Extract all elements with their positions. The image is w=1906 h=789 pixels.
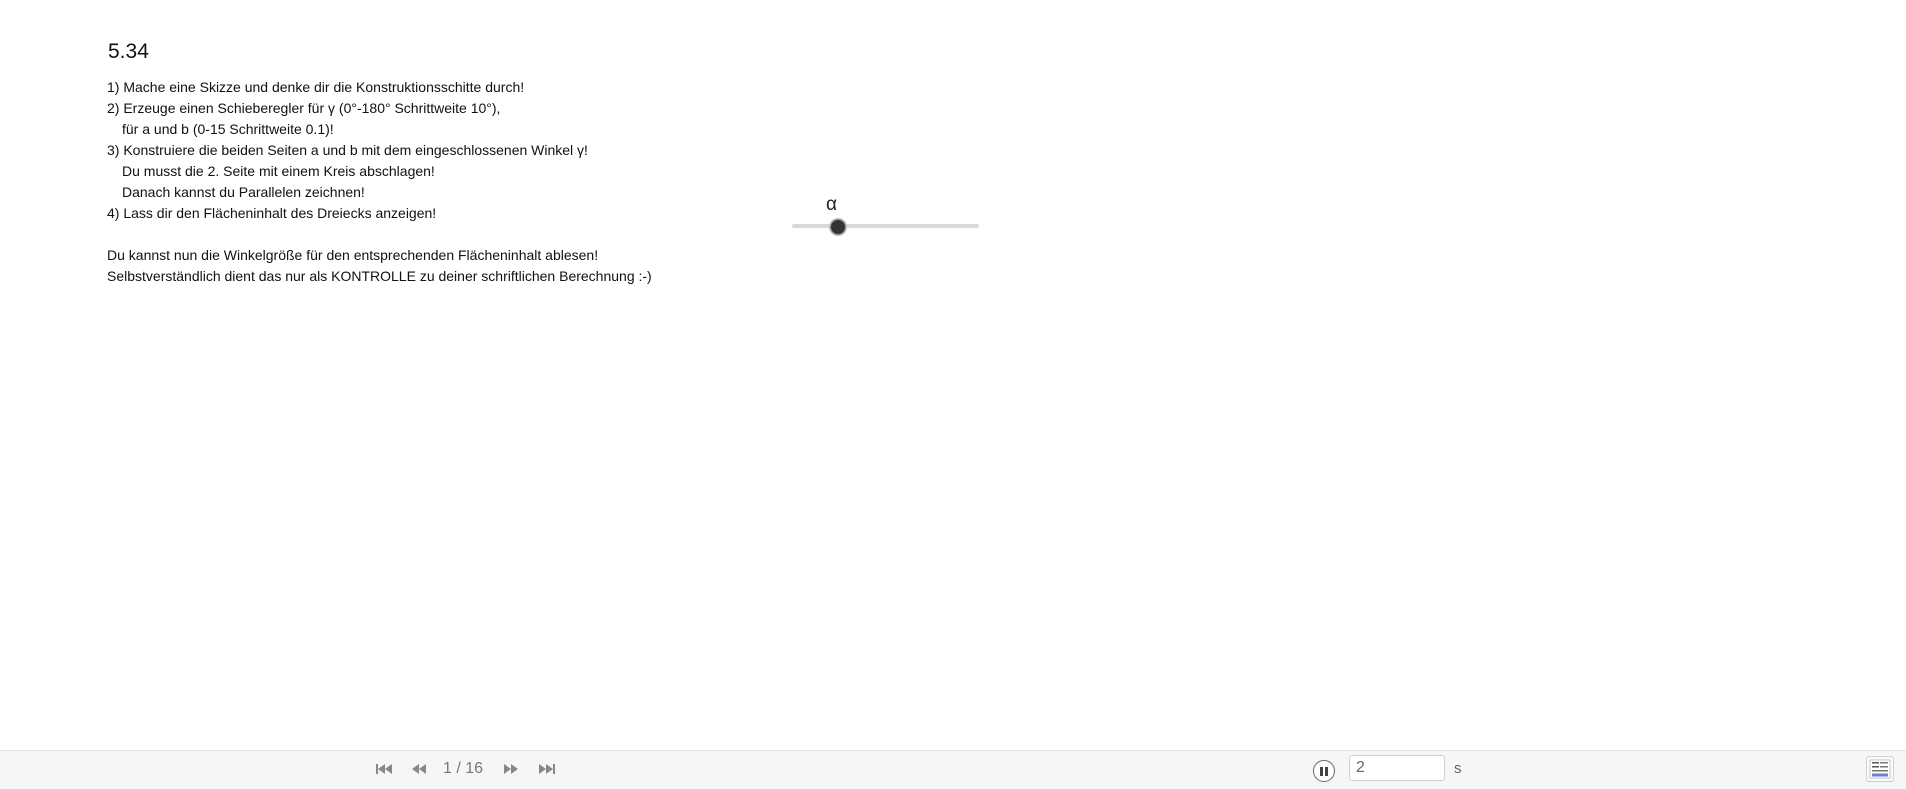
alpha-slider[interactable]: α <box>792 190 980 235</box>
speed-unit-label: s <box>1454 760 1462 777</box>
instruction-line: für a und b (0-15 Schrittweite 0.1)! <box>122 121 334 137</box>
fast-forward-icon[interactable] <box>500 760 522 778</box>
instruction-line: Selbstverständlich dient das nur als KON… <box>107 268 652 284</box>
page-indicator: 1 / 16 <box>443 760 484 777</box>
graphics-view[interactable]: 5.34 1) Mache eine Skizze und denke dir … <box>0 0 1906 750</box>
instruction-line: Du kannst nun die Winkelgröße für den en… <box>107 247 599 263</box>
instruction-line: Du musst die 2. Seite mit einem Kreis ab… <box>122 163 435 179</box>
slider-track[interactable] <box>792 224 979 228</box>
pause-icon <box>1319 766 1329 776</box>
instruction-line: 3) Konstruiere die beiden Seiten a und b… <box>107 142 588 158</box>
exercise-title: 5.34 <box>108 40 149 63</box>
algebra-view-icon[interactable] <box>1866 756 1894 782</box>
instructions-text: 1) Mache eine Skizze und denke dir die K… <box>107 77 652 287</box>
rewind-icon[interactable] <box>408 760 430 778</box>
skip-to-last-icon[interactable] <box>536 760 558 778</box>
slider-label: α <box>826 194 837 215</box>
skip-to-first-icon[interactable] <box>373 760 395 778</box>
pause-button[interactable] <box>1313 760 1335 782</box>
instruction-line: Danach kannst du Parallelen zeichnen! <box>122 184 365 200</box>
instruction-line: 4) Lass dir den Flächeninhalt des Dreiec… <box>107 205 437 221</box>
slider-knob[interactable] <box>829 219 846 235</box>
playback-bar: 1 / 16 <box>0 750 1906 789</box>
speed-input[interactable] <box>1349 755 1445 781</box>
instruction-line: 1) Mache eine Skizze und denke dir die K… <box>107 79 525 95</box>
instruction-line: 2) Erzeuge einen Schieberegler für γ (0°… <box>107 100 501 116</box>
